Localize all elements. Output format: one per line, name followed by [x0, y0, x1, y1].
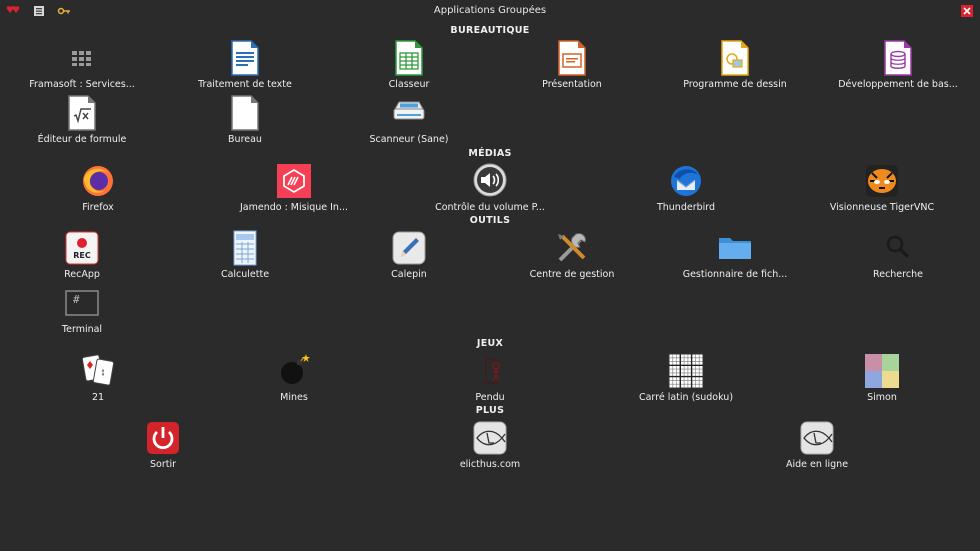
title-bar: Applications Groupées — [0, 0, 980, 22]
power-icon — [145, 420, 181, 456]
section-outils: OUTILS — [469, 215, 511, 226]
thunderbird-icon — [668, 163, 704, 199]
app-label: Scanneur (Sane) — [369, 134, 449, 145]
app-label: Mines — [280, 392, 308, 403]
tools-icon — [554, 230, 590, 266]
sudoku-grid-icon — [668, 353, 704, 389]
record-icon: REC — [64, 230, 100, 266]
app-label: Jamendo : Misique In... — [239, 202, 349, 213]
app-label: Bureau — [228, 134, 262, 145]
app-label: Aide en ligne — [785, 459, 849, 470]
app-label: Gestionnaire de fich... — [682, 269, 788, 280]
app-sortir[interactable]: Sortir — [83, 420, 243, 470]
app-calculette[interactable]: Calculette — [165, 230, 325, 280]
app-thunderbird[interactable]: Thunderbird — [606, 163, 766, 213]
hangman-icon — [472, 353, 508, 389]
app-label: Visionneuse TigerVNC — [829, 202, 935, 213]
app-label: Présentation — [542, 79, 602, 90]
app-centre[interactable]: Centre de gestion — [492, 230, 652, 280]
app-label: Éditeur de formule — [37, 134, 127, 145]
app-label: Recherche — [873, 269, 923, 280]
app-fichiers[interactable]: Gestionnaire de fich... — [655, 230, 815, 280]
close-icon[interactable] — [960, 4, 974, 18]
app-label: Centre de gestion — [529, 269, 615, 280]
calculator-icon — [227, 230, 263, 266]
app-simon[interactable]: Simon — [802, 353, 962, 403]
app-label: RecApp — [64, 269, 100, 280]
terminal-icon: # — [64, 285, 100, 321]
app-21[interactable]: 21 — [18, 353, 178, 403]
app-label: Développement de bas... — [838, 79, 958, 90]
app-label: Terminal — [61, 324, 103, 335]
blank-document-icon — [227, 95, 263, 131]
app-label: Traitement de texte — [198, 79, 292, 90]
svg-text:REC: REC — [73, 251, 91, 260]
app-label: Pendu — [475, 392, 505, 403]
spreadsheet-icon — [391, 40, 427, 76]
app-pendu[interactable]: Pendu — [410, 353, 570, 403]
jamendo-icon — [276, 163, 312, 199]
app-label: Calculette — [220, 269, 270, 280]
app-aide[interactable]: Aide en ligne — [737, 420, 897, 470]
app-bureau[interactable]: Bureau — [165, 95, 325, 145]
app-calepin[interactable]: Calepin — [329, 230, 489, 280]
app-writer[interactable]: Traitement de texte — [165, 40, 325, 90]
app-draw[interactable]: Programme de dessin — [655, 40, 815, 90]
app-tigervnc[interactable]: Visionneuse TigerVNC — [802, 163, 962, 213]
app-recherche[interactable]: Recherche — [818, 230, 978, 280]
window-title: Applications Groupées — [433, 5, 547, 16]
app-impress[interactable]: Présentation — [492, 40, 652, 90]
section-plus: PLUS — [475, 405, 505, 416]
formula-icon — [64, 95, 100, 131]
section-bureautique: BUREAUTIQUE — [450, 25, 530, 36]
magnifier-icon — [880, 230, 916, 266]
section-jeux: JEUX — [476, 338, 504, 349]
help-logo-icon — [799, 420, 835, 456]
app-label: Sortir — [149, 459, 177, 470]
app-label: Contrôle du volume P... — [435, 202, 545, 213]
bomb-icon — [276, 353, 312, 389]
app-sudoku[interactable]: Carré latin (sudoku) — [606, 353, 766, 403]
firefox-icon — [80, 163, 116, 199]
cards-icon — [80, 353, 116, 389]
app-elicthus[interactable]: elicthus.com — [410, 420, 570, 470]
app-mines[interactable]: Mines — [214, 353, 374, 403]
app-label: Programme de dessin — [683, 79, 787, 90]
folder-icon — [717, 230, 753, 266]
app-label: Firefox — [82, 202, 114, 213]
app-label: Classeur — [388, 79, 430, 90]
app-recapp[interactable]: REC RecApp — [2, 230, 162, 280]
pencil-icon — [391, 230, 427, 266]
scanner-icon — [391, 95, 427, 131]
app-label: Calepin — [391, 269, 427, 280]
tiger-icon — [864, 163, 900, 199]
app-volume[interactable]: Contrôle du volume P... — [410, 163, 570, 213]
app-math[interactable]: Éditeur de formule — [2, 95, 162, 145]
app-label: Carré latin (sudoku) — [638, 392, 734, 403]
simon-icon — [864, 353, 900, 389]
speaker-icon — [472, 163, 508, 199]
app-jamendo[interactable]: Jamendo : Misique In... — [214, 163, 374, 213]
writer-document-icon — [227, 40, 263, 76]
app-label: Framasoft : Services... — [29, 79, 135, 90]
app-framasoft[interactable]: Framasoft : Services... — [2, 40, 162, 90]
app-label: 21 — [91, 392, 105, 403]
app-scanner[interactable]: Scanneur (Sane) — [329, 95, 489, 145]
elicthus-logo-icon — [472, 420, 508, 456]
grid-icon — [64, 40, 100, 76]
app-terminal[interactable]: # Terminal — [2, 285, 162, 335]
app-label: Thunderbird — [656, 202, 716, 213]
drawing-icon — [717, 40, 753, 76]
database-icon — [880, 40, 916, 76]
app-label: Simon — [867, 392, 897, 403]
section-medias: MÉDIAS — [468, 148, 512, 159]
app-calc[interactable]: Classeur — [329, 40, 489, 90]
app-label: elicthus.com — [459, 459, 521, 470]
app-firefox[interactable]: Firefox — [18, 163, 178, 213]
app-base[interactable]: Développement de bas... — [818, 40, 978, 90]
presentation-icon — [554, 40, 590, 76]
svg-text:#: # — [73, 293, 80, 306]
